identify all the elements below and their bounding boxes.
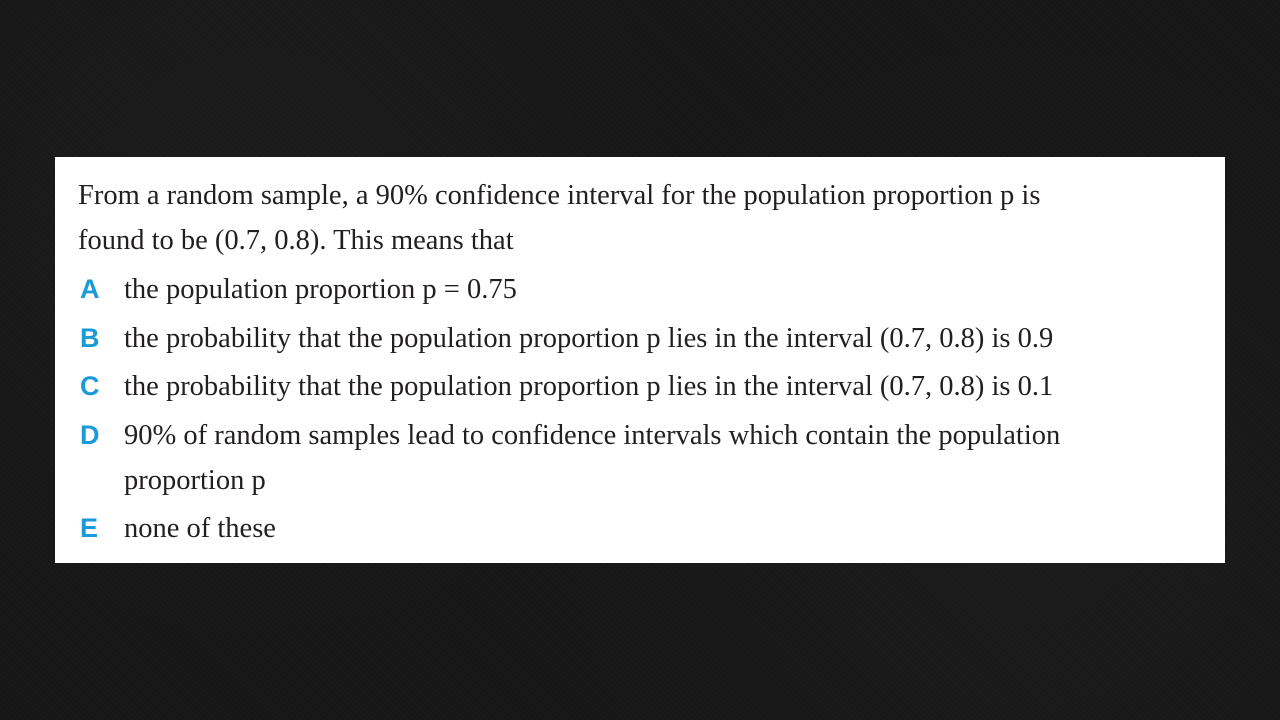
option-text: the probability that the population prop… [124, 316, 1205, 361]
option-text-line: the probability that the population prop… [124, 371, 1054, 402]
option-letter: A [80, 274, 100, 304]
option-text: the population proportion p = 0.75 [124, 267, 1205, 312]
answer-option-c[interactable]: C the probability that the population pr… [78, 364, 1205, 409]
question-stem: From a random sample, a 90% confidence i… [78, 173, 1205, 263]
question-stem-line-2: found to be (0.7, 0.8). This means that [78, 225, 514, 256]
option-text-line: proportion p [124, 464, 266, 496]
question-stem-line-1: From a random sample, a 90% confidence i… [78, 180, 1041, 211]
option-text-line: the probability that the population prop… [124, 322, 1054, 354]
answer-option-e[interactable]: E none of these [78, 506, 1205, 551]
option-text-line: the population proportion p = 0.75 [124, 274, 517, 305]
answer-option-d[interactable]: D 90% of random samples lead to confiden… [78, 413, 1205, 503]
option-letter: E [80, 513, 99, 543]
option-text: none of these [124, 506, 1205, 551]
option-text-line: 90% of random samples lead to confidence… [124, 419, 1061, 451]
answer-options: A the population proportion p = 0.75 B t… [78, 267, 1205, 551]
question-card: From a random sample, a 90% confidence i… [55, 157, 1225, 563]
answer-option-b[interactable]: B the probability that the population pr… [78, 316, 1205, 361]
answer-option-a[interactable]: A the population proportion p = 0.75 [78, 267, 1205, 312]
option-text: 90% of random samples lead to confidence… [124, 413, 1205, 503]
option-letter: C [80, 371, 100, 401]
option-letter: B [80, 322, 100, 353]
option-text: the probability that the population prop… [124, 364, 1205, 409]
option-text-line: none of these [124, 513, 276, 544]
option-letter: D [80, 419, 100, 450]
